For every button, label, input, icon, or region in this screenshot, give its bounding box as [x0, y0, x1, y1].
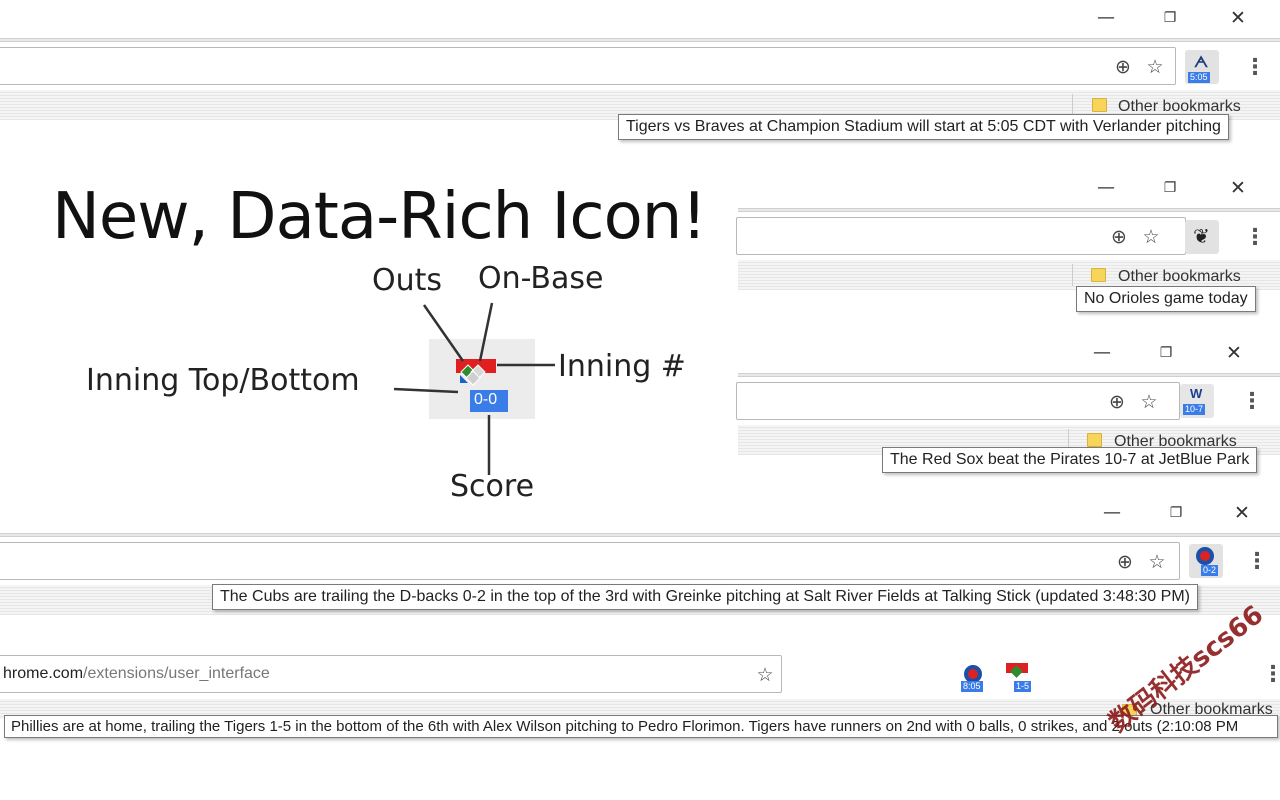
score-badge: 10-7	[1183, 404, 1206, 415]
minimize-button[interactable]: —	[1094, 8, 1118, 28]
window-controls: — ❐ ✕	[1080, 0, 1280, 36]
restore-button[interactable]: ❐	[1154, 343, 1178, 363]
extension-button-live-game[interactable]: 1-5	[1004, 661, 1038, 693]
url-text: hrome.com/extensions/user_interface	[3, 665, 270, 683]
score-badge: 1-5	[1014, 681, 1032, 692]
address-bar[interactable]: ⊕ ☆	[736, 382, 1180, 420]
bookmark-star-icon[interactable]: ☆	[1145, 550, 1169, 574]
folder-icon	[1092, 98, 1107, 112]
cubs-logo-icon	[1196, 547, 1214, 565]
folder-icon	[1087, 433, 1102, 447]
team-logo-icon: ᗅ	[1194, 53, 1209, 71]
bird-logo-icon: ❦	[1193, 224, 1210, 248]
extension-button-cubs[interactable]: 8:05	[960, 663, 988, 693]
extension-button[interactable]: 0-2	[1189, 544, 1223, 578]
bookmark-star-icon[interactable]: ☆	[1137, 390, 1161, 414]
location-icon[interactable]: ⊕	[1107, 225, 1131, 249]
bookmarks-separator	[1072, 264, 1073, 286]
status-tooltip: Tigers vs Braves at Champion Stadium wil…	[618, 114, 1229, 140]
minimize-button[interactable]: —	[1090, 343, 1114, 363]
menu-dots-icon[interactable]: ⋮	[1246, 550, 1268, 574]
menu-dots-icon[interactable]: ⋮	[1241, 390, 1263, 414]
other-bookmarks-link[interactable]: Other bookmarks	[1118, 268, 1241, 286]
location-icon[interactable]: ⊕	[1113, 550, 1137, 574]
menu-dots-icon[interactable]: ⋮	[1244, 56, 1266, 80]
location-icon[interactable]: ⊕	[1105, 390, 1129, 414]
label-outs: Outs	[372, 263, 443, 298]
restore-button[interactable]: ❐	[1164, 503, 1188, 523]
browser-panel-5: hrome.com/extensions/user_interface ☆ 8:…	[0, 645, 1280, 800]
minimize-button[interactable]: —	[1094, 178, 1118, 198]
restore-button[interactable]: ❐	[1158, 178, 1182, 198]
label-on-base: On-Base	[478, 261, 604, 296]
extension-button[interactable]: ❦	[1185, 220, 1219, 254]
tab-strip-edge	[0, 38, 1280, 42]
url-host: hrome.com	[3, 665, 84, 682]
label-inning-number: Inning #	[558, 349, 686, 384]
window-controls: — ❐ ✕	[1080, 335, 1280, 371]
tab-strip-edge	[738, 208, 1280, 212]
score-badge: 5:05	[1188, 72, 1210, 83]
bookmarks-separator	[1072, 94, 1073, 116]
score-badge: 0-2	[1201, 565, 1219, 576]
status-tooltip: The Cubs are trailing the D-backs 0-2 in…	[212, 584, 1198, 610]
address-bar[interactable]: ⊕ ☆	[0, 47, 1176, 85]
bookmark-star-icon[interactable]: ☆	[1143, 55, 1167, 79]
icon-diagram: Outs On-Base Inning # Inning Top/Bottom …	[0, 255, 740, 515]
close-button[interactable]: ✕	[1226, 178, 1250, 198]
extension-button[interactable]: W 10-7	[1180, 384, 1214, 418]
browser-panel-3: — ❐ ✕ ⊕ ☆ W 10-7 ⋮ Other bookmarks The R…	[736, 335, 1280, 485]
browser-panel-2: — ❐ ✕ ⊕ ☆ ❦ ⋮ Other bookmarks No Orioles…	[736, 170, 1280, 320]
page-title: New, Data-Rich Icon!	[52, 180, 707, 254]
folder-icon	[1091, 268, 1106, 282]
status-tooltip: Phillies are at home, trailing the Tiger…	[4, 715, 1278, 738]
menu-dots-icon[interactable]: ⋮	[1244, 226, 1266, 250]
address-bar[interactable]: hrome.com/extensions/user_interface ☆	[0, 655, 782, 693]
bookmark-star-icon[interactable]: ☆	[753, 663, 777, 687]
tab-strip-edge	[0, 533, 1280, 537]
close-button[interactable]: ✕	[1222, 343, 1246, 363]
menu-dots-icon[interactable]: ⋮	[1262, 663, 1280, 687]
address-bar[interactable]: ⊕ ☆	[736, 217, 1186, 255]
window-controls: — ❐ ✕	[1080, 495, 1280, 531]
browser-panel-1: — ❐ ✕ ⊕ ☆ ᗅ 5:05 ⋮ Other bookmarks Tiger…	[0, 0, 1280, 150]
restore-button[interactable]: ❐	[1158, 8, 1182, 28]
minimize-button[interactable]: —	[1100, 503, 1124, 523]
status-tooltip: No Orioles game today	[1076, 286, 1256, 312]
tab-strip-edge	[738, 373, 1280, 377]
window-controls: — ❐ ✕	[1080, 170, 1280, 206]
close-button[interactable]: ✕	[1230, 503, 1254, 523]
address-bar[interactable]: ⊕ ☆	[0, 542, 1180, 580]
time-badge: 8:05	[961, 681, 983, 692]
diagram-score-text: 0-0	[474, 391, 498, 408]
label-inning-top-bottom: Inning Top/Bottom	[86, 363, 360, 398]
browser-panel-4: — ❐ ✕ ⊕ ☆ 0-2 ⋮ The Cubs are trailing th…	[0, 495, 1280, 625]
status-tooltip: The Red Sox beat the Pirates 10-7 at Jet…	[882, 447, 1258, 473]
win-indicator: W	[1190, 386, 1203, 401]
extension-button[interactable]: ᗅ 5:05	[1185, 50, 1219, 84]
url-path: /extensions/user_interface	[83, 665, 270, 682]
location-icon[interactable]: ⊕	[1111, 55, 1135, 79]
bookmark-star-icon[interactable]: ☆	[1139, 225, 1163, 249]
close-button[interactable]: ✕	[1226, 8, 1250, 28]
